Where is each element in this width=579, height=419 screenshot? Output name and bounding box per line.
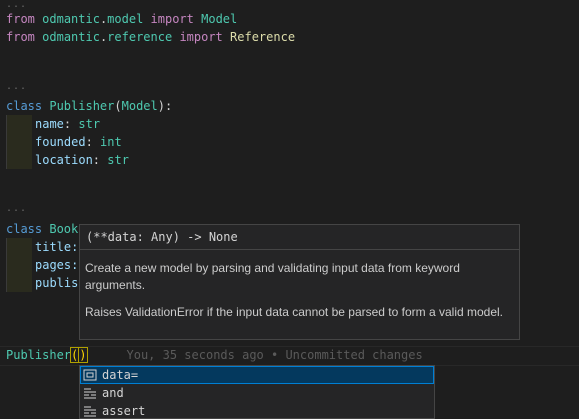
colon: : [85,135,93,149]
paren: ): [157,99,173,113]
code-line-field[interactable]: founded: int [6,133,122,151]
signature-text: (**data: Any) -> None [80,225,519,250]
code-line-field[interactable]: name: str [6,115,100,133]
submodule-name: model [107,12,144,26]
code-editor[interactable]: ... from odmantic.model import Model fro… [0,0,579,419]
call-name: Publisher [6,348,72,362]
keyword: class [6,99,43,113]
base-class: Model [121,99,158,113]
colon: : [92,153,101,167]
module-name: odmantic [42,12,100,26]
field-name: publis [35,276,79,290]
folded-region-marker[interactable]: ... [6,82,27,92]
suggestion-item[interactable]: assert [80,402,434,418]
keyword: import [150,12,194,26]
docstring-paragraph: Create a new model by parsing and valida… [85,261,460,292]
field-name: name [35,117,64,131]
keyword: from [6,30,35,44]
keyword: import [179,30,223,44]
code-line-current[interactable]: Publisher() You, 35 seconds ago • Uncommi… [6,346,423,364]
field-name: founded [35,135,86,149]
git-blame-annotation: You, 35 seconds ago • Uncommitted change… [126,348,423,362]
code-line-field[interactable]: publis [6,274,78,292]
indent-guide [6,115,32,133]
bracket-close: ) [78,347,88,363]
field-name: location [35,153,93,167]
code-line-import-reference[interactable]: from odmantic.reference import Reference [6,28,295,46]
suggestion-label: and [102,386,124,400]
suggestion-label: data= [102,368,139,382]
indent-guide [6,256,32,274]
submodule-name: reference [107,30,173,44]
field-name: pages: [35,258,79,272]
suggestion-item[interactable]: and [80,384,434,402]
code-line-field[interactable]: pages: [6,256,78,274]
folded-region-marker[interactable]: ... [6,204,27,214]
colon: : [63,117,72,131]
code-line-field[interactable]: location: str [6,151,129,169]
code-line-class-publisher[interactable]: class Publisher(Model): [6,97,172,115]
imported-name: Reference [230,30,296,44]
keyword-icon [82,386,98,400]
class-name: Publisher [49,99,115,113]
folded-region-marker[interactable]: ... [6,0,27,10]
field-type: str [78,117,101,131]
field-name: title: [35,240,79,254]
indent-guide [6,133,32,151]
class-name: Book [49,222,79,236]
imported-name: Model [201,12,238,26]
field-type: int [100,135,122,149]
code-line-class-book[interactable]: class Book [6,220,78,238]
keyword: from [6,12,35,26]
bracket-open: ( [69,347,80,363]
suggestion-label: assert [102,404,146,418]
field-type: str [107,153,129,167]
code-line-import-model[interactable]: from odmantic.model import Model [6,10,237,28]
paren: ( [114,99,122,113]
suggestion-item[interactable]: data= [80,366,434,384]
variable-icon [82,368,98,382]
suggestion-list[interactable]: data= and assert [79,365,435,419]
indent-guide [6,151,32,169]
indent-guide [6,238,32,256]
keyword-icon [82,404,98,418]
indent-guide [6,274,32,292]
code-line-field[interactable]: title: [6,238,78,256]
signature-hover-popup[interactable]: (**data: Any) -> None Create a new model… [79,224,520,340]
module-name: odmantic [42,30,100,44]
keyword: class [6,222,43,236]
docstring-paragraph: Raises ValidationError if the input data… [85,305,504,319]
